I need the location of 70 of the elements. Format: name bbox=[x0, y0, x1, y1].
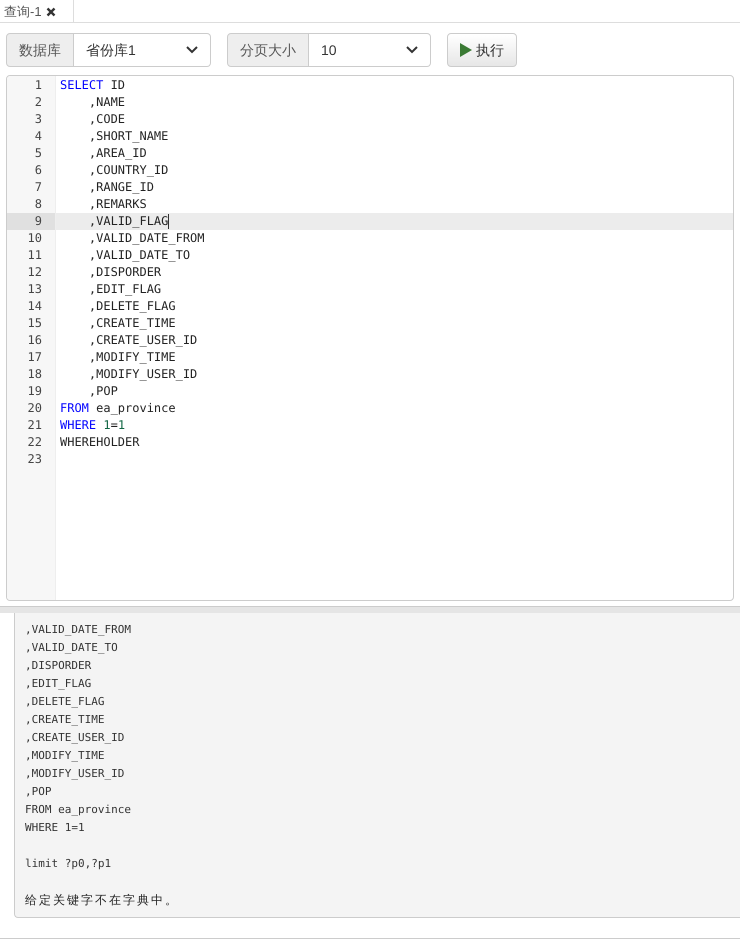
close-icon[interactable] bbox=[46, 6, 56, 16]
line-number: 12 bbox=[28, 265, 42, 279]
line-number: 2 bbox=[34, 95, 42, 109]
line-number: 19 bbox=[28, 384, 42, 398]
code-line: ,CREATE_TIME bbox=[88, 316, 176, 330]
error-message: 给定关键字不在字典中。 bbox=[25, 893, 179, 907]
output-line: FROM ea_province bbox=[25, 803, 131, 816]
code-line: ,REMARKS bbox=[88, 197, 147, 211]
line-number: 22 bbox=[28, 435, 42, 449]
code-line: ,COUNTRY_ID bbox=[88, 163, 168, 177]
splitter-bar[interactable] bbox=[0, 606, 740, 613]
code-line: ,AREA_ID bbox=[88, 146, 147, 160]
code-line: ,RANGE_ID bbox=[88, 180, 154, 194]
code-line: ,NAME bbox=[88, 95, 126, 109]
output-line: ,CREATE_TIME bbox=[25, 713, 104, 726]
output-line: WHERE 1=1 bbox=[25, 821, 85, 834]
code-line: WHEREHOLDER bbox=[60, 435, 140, 449]
chevron-down-icon bbox=[406, 46, 418, 54]
code-line: ,MODIFY_TIME bbox=[88, 350, 176, 364]
chevron-down-icon bbox=[186, 46, 198, 54]
output-line: ,EDIT_FLAG bbox=[25, 677, 92, 690]
code-line: WHERE 1=1 bbox=[60, 418, 126, 432]
output-line: ,DISPORDER bbox=[25, 659, 92, 672]
code-line: ,VALID_FLAG bbox=[88, 214, 168, 228]
code-line: ,VALID_DATE_FROM bbox=[88, 231, 204, 245]
line-number: 14 bbox=[28, 299, 42, 313]
output-line: ,VALID_DATE_TO bbox=[25, 641, 118, 654]
code-line: ,CODE bbox=[88, 112, 126, 126]
output-line: limit ?p0,?p1 bbox=[25, 857, 112, 870]
code-line: ,MODIFY_USER_ID bbox=[88, 367, 198, 381]
line-number: 11 bbox=[28, 248, 42, 262]
code-line: ,DELETE_FLAG bbox=[88, 299, 176, 313]
line-number: 7 bbox=[34, 180, 42, 194]
page-size-select[interactable]: 10 bbox=[309, 33, 431, 67]
code-line: ,SHORT_NAME bbox=[88, 129, 168, 143]
line-number: 15 bbox=[28, 316, 42, 330]
run-button[interactable]: 执行 bbox=[447, 33, 517, 67]
line-number: 17 bbox=[28, 350, 42, 364]
output-line: ,MODIFY_TIME bbox=[25, 749, 104, 762]
line-number: 21 bbox=[28, 418, 42, 432]
line-number: 8 bbox=[34, 197, 42, 211]
code-line: SELECT ID bbox=[60, 78, 126, 92]
line-number: 1 bbox=[34, 78, 42, 92]
field-label: 数据库 bbox=[6, 33, 74, 67]
line-number: 16 bbox=[28, 333, 42, 347]
code-editor[interactable] bbox=[6, 75, 734, 601]
output-line: ,CREATE_USER_ID bbox=[25, 731, 124, 744]
line-number: 9 bbox=[34, 214, 42, 228]
code-line: ,POP bbox=[88, 384, 118, 398]
line-number: 20 bbox=[28, 401, 42, 415]
play-icon bbox=[460, 43, 472, 57]
line-number: 23 bbox=[28, 452, 42, 466]
code-line: ,EDIT_FLAG bbox=[88, 282, 162, 296]
line-number: 4 bbox=[34, 129, 42, 143]
line-number: 5 bbox=[34, 146, 42, 160]
code-line: ,CREATE_USER_ID bbox=[88, 333, 198, 347]
line-number: 3 bbox=[34, 112, 42, 126]
database-select[interactable]: 省份库1 bbox=[74, 33, 211, 67]
line-number: 13 bbox=[28, 282, 42, 296]
code-line: ,DISPORDER bbox=[88, 265, 162, 279]
line-number: 18 bbox=[28, 367, 42, 381]
code-line: ,VALID_DATE_TO bbox=[88, 248, 190, 262]
output-line: ,DELETE_FLAG bbox=[25, 695, 104, 708]
line-number: 6 bbox=[34, 163, 42, 177]
line-number: 10 bbox=[28, 231, 42, 245]
output-line: ,POP bbox=[25, 785, 52, 798]
output-line: ,VALID_DATE_FROM bbox=[25, 623, 131, 636]
field-label: 分页大小 bbox=[227, 33, 309, 67]
code-line: FROM ea_province bbox=[60, 401, 176, 415]
output-line: ,MODIFY_USER_ID bbox=[25, 767, 124, 780]
